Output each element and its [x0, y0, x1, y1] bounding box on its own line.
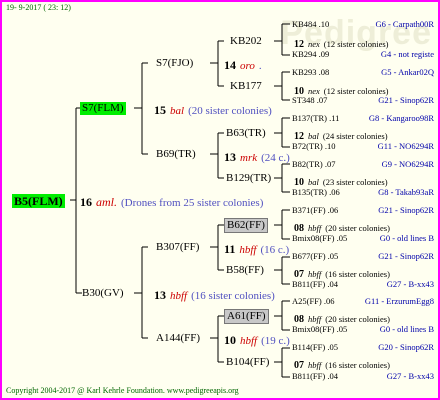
gen2-info: 10 hbff (19 c.)	[224, 332, 290, 348]
drone-count: 13	[224, 150, 236, 164]
leaf-ref: G21 - Sinop62R	[378, 95, 434, 105]
leaf-ref: G27 - B-xx43	[386, 279, 434, 289]
queen-b104-ff: B104(FF)	[226, 356, 270, 368]
queen-a61-ff: A61(FF)	[224, 309, 269, 324]
gen2-info: 13 mrk (24 c.)	[224, 149, 290, 165]
gen1-info: 15 bal (20 sister colonies)	[154, 102, 272, 118]
leaf-ref: G8 - Takab93aR	[378, 187, 434, 197]
drone-count: 16	[80, 195, 92, 209]
sister-note: (19 c.)	[261, 335, 290, 347]
leaf-name: KB484 .10	[292, 19, 330, 29]
leaf-name: B811(FF) .04	[292, 371, 338, 381]
sister-note: (20 sister colonies)	[188, 105, 272, 117]
leaf-name: Bmix08(FF) .05	[292, 324, 348, 334]
sister-note: (23 sister colonies)	[322, 177, 388, 187]
queen-root: B5(FLM)	[12, 194, 65, 208]
leaf-name: B371(FF) .06	[292, 205, 339, 215]
leaf-name: B114(FF) .05	[292, 342, 338, 352]
breed-code: hbff	[239, 244, 257, 256]
sister-note: (16 sister colonies)	[325, 269, 390, 279]
leaf-name: B677(FF) .05	[292, 251, 339, 261]
drone-count: 11	[224, 242, 236, 256]
breed-code: hbff	[308, 360, 322, 370]
leaf-ref: G8 - Kangaroo98R	[368, 113, 434, 123]
leaf-name: B811(FF) .04	[292, 279, 338, 289]
leaf-name: A25(FF) .06	[292, 296, 335, 306]
leaf-name: KB293 .08	[292, 67, 330, 77]
leaf-ref: G11 - NO6294R	[377, 141, 434, 151]
leaf-ref: G0 - old lines B	[379, 233, 434, 243]
leaf-name: B135(TR) .06	[292, 187, 340, 197]
queen-kb202: KB202	[230, 35, 262, 47]
leaf-name: B137(TR) .11	[292, 113, 340, 123]
breed-code: hbff	[308, 314, 322, 324]
queen-a144-ff: A144(FF)	[156, 332, 201, 344]
queen-s7-fjo: S7(FJO)	[156, 57, 194, 69]
breed-code: hbff	[240, 335, 258, 347]
breed-code: mrk	[240, 152, 258, 164]
queen-s7-flm: S7(FLM)	[80, 102, 126, 115]
breed-code: oro	[240, 60, 255, 72]
sister-note: (16 c.)	[260, 244, 290, 256]
leaf-ref: G5 - Ankar02Q	[381, 67, 434, 77]
breed-code: hbff	[308, 223, 322, 233]
sister-note: (Drones from 25 sister colonies)	[121, 197, 264, 209]
breed-code: bal	[308, 177, 319, 187]
leaf-ref: G9 - NO6294R	[381, 159, 434, 169]
drone-count: 07	[294, 360, 304, 371]
drone-count: 13	[154, 288, 166, 302]
drone-count: 15	[154, 103, 166, 117]
queen-kb177: KB177	[230, 80, 262, 92]
breed-code: aml.	[96, 195, 117, 209]
leaf-ref: G4 - not registe	[380, 49, 434, 59]
queen-b30-gv: B30(GV)	[82, 287, 124, 299]
sister-note: (16 sister colonies)	[191, 290, 275, 302]
breed-code: bal	[308, 131, 319, 141]
leaf-ref: G20 - Sinop62R	[378, 342, 434, 352]
gen2-info: 14 oro .	[224, 57, 262, 73]
leaf-name: KB294 .09	[292, 49, 330, 59]
sister-note: (20 sister colonies)	[325, 314, 390, 324]
gen1-info: 13 hbff (16 sister colonies)	[154, 287, 275, 303]
sister-note: (24 sister colonies)	[322, 131, 388, 141]
drone-count: 10	[224, 333, 236, 347]
queen-b69-tr: B69(TR)	[156, 148, 196, 160]
queen-b62-ff: B62(FF)	[224, 218, 268, 233]
queen-b307-ff: B307(FF)	[156, 241, 200, 253]
root-info: 16 aml. (Drones from 25 sister colonies)	[80, 194, 263, 210]
pedigree-frame: Pedigree 19- 9-2017 ( 23: 12) B5(FLM) 16…	[0, 0, 440, 400]
sister-note: (16 sister colonies)	[325, 360, 390, 370]
gen3-info: 07 hbff (16 sister colonies)	[294, 356, 390, 372]
sister-note: (20 sister colonies)	[325, 223, 390, 233]
leaf-ref: G21 - Sinop62R	[378, 205, 434, 215]
copyright-footer: Copyright 2004-2017 @ Karl Kehrle Founda…	[6, 386, 239, 395]
queen-b129-tr: B129(TR)	[226, 172, 272, 184]
sister-note: (12 sister colonies)	[323, 39, 389, 49]
queen-b58-ff: B58(FF)	[226, 264, 264, 276]
leaf-ref: G0 - old lines B	[379, 324, 434, 334]
sister-note: (24 c.)	[261, 152, 290, 164]
leaf-ref: G27 - B-xx43	[386, 371, 434, 381]
leaf-ref: G6 - Carpath00R	[375, 19, 434, 29]
leaf-ref: G21 - Sinop62R	[378, 251, 434, 261]
leaf-name: B82(TR) .07	[292, 159, 336, 169]
gen2-info: 11 hbff (16 c.)	[224, 241, 289, 257]
breed-code: nex	[308, 39, 320, 49]
drone-count: 14	[224, 58, 236, 72]
breed-code: hbff	[170, 290, 188, 302]
leaf-name: B72(TR) .10	[292, 141, 336, 151]
queen-b63-tr: B63(TR)	[226, 127, 266, 139]
breed-code: bal	[170, 105, 185, 117]
sister-note: .	[258, 60, 262, 72]
leaf-ref: G11 - ErzurumEgg8	[364, 296, 434, 306]
leaf-name: ST348 .07	[292, 95, 328, 105]
leaf-name: Bmix08(FF) .05	[292, 233, 348, 243]
breed-code: hbff	[308, 269, 322, 279]
